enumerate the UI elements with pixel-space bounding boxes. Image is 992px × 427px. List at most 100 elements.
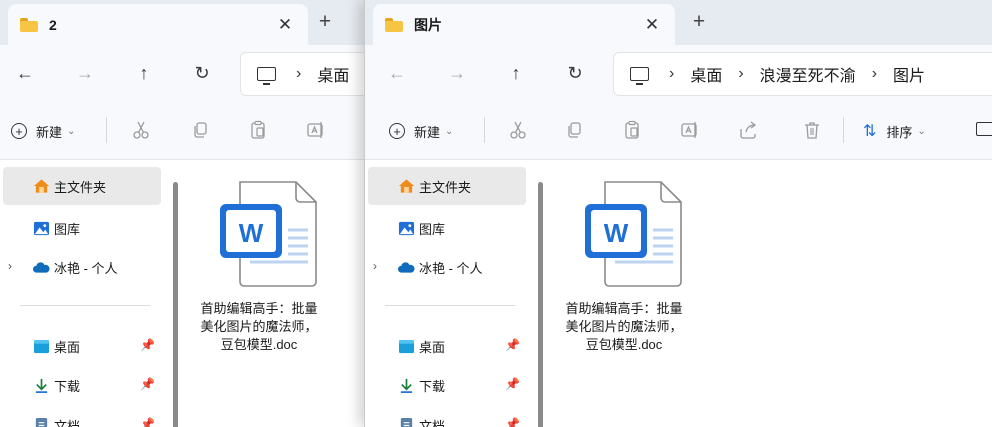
- copy-icon: [194, 122, 207, 138]
- navigation-pane: 主文件夹 图库 › 冰艳 - 个人 桌面 📌 下载 📌 文档 📌: [365, 160, 545, 427]
- sidebar-item-label: 图库: [419, 221, 446, 237]
- sidebar-item-label: 桌面: [419, 339, 446, 355]
- sidebar-scrollbar[interactable]: [538, 182, 543, 427]
- trash-icon: [805, 122, 819, 139]
- gallery-icon: [398, 220, 415, 237]
- cut-button[interactable]: [130, 119, 152, 141]
- sidebar-item-downloads[interactable]: 下载 📌: [3, 366, 161, 404]
- file-list-area: W 首助编辑高手：批量美化图片的魔法师，豆包模型.doc: [184, 160, 372, 427]
- pin-icon[interactable]: 📌: [505, 338, 520, 352]
- chevron-right-icon[interactable]: ›: [8, 259, 12, 273]
- address-bar[interactable]: › 桌面: [240, 52, 372, 96]
- share-button[interactable]: [737, 119, 759, 141]
- sidebar-item-home[interactable]: 主文件夹: [368, 167, 526, 205]
- sidebar-item-gallery[interactable]: 图库: [3, 209, 161, 247]
- folder-icon: [385, 17, 403, 32]
- navigation-pane: 主文件夹 图库 › 冰艳 - 个人 桌面 📌 下载 📌 文档 📌: [0, 160, 180, 427]
- breadcrumb-item[interactable]: 桌面: [317, 62, 349, 86]
- cloud-icon: [33, 259, 50, 276]
- new-button[interactable]: + 新建 ⌄: [11, 121, 75, 141]
- sidebar-item-downloads[interactable]: 下载 📌: [368, 366, 526, 404]
- breadcrumb-item[interactable]: 图片: [893, 62, 925, 86]
- tab-active[interactable]: 图片 ✕: [373, 4, 675, 45]
- sidebar-item-label: 冰艳 - 个人: [419, 260, 483, 276]
- copy-button[interactable]: [189, 119, 211, 141]
- sidebar-item-label: 冰艳 - 个人: [54, 260, 118, 276]
- chevron-right-icon[interactable]: ›: [373, 259, 377, 273]
- close-icon[interactable]: ✕: [641, 14, 663, 36]
- address-bar[interactable]: › 桌面 › 浪漫至死不渝 › 图片: [613, 52, 992, 96]
- sidebar-item-gallery[interactable]: 图库: [368, 209, 526, 247]
- back-button[interactable]: ←: [385, 61, 409, 85]
- home-icon: [398, 178, 415, 195]
- pin-icon[interactable]: 📌: [505, 417, 520, 427]
- rename-icon: [681, 122, 697, 138]
- sidebar-scrollbar[interactable]: [173, 182, 178, 427]
- refresh-button[interactable]: ↻: [190, 61, 214, 85]
- command-bar: + 新建 ⌄ ⇅ 排序 ⌄: [365, 101, 992, 160]
- pin-icon[interactable]: 📌: [140, 417, 155, 427]
- up-button[interactable]: ↑: [504, 61, 528, 85]
- share-icon: [740, 121, 757, 139]
- sidebar-item-documents[interactable]: 文档 📌: [3, 406, 161, 427]
- rename-button[interactable]: [679, 119, 701, 141]
- paste-button[interactable]: [247, 119, 269, 141]
- chevron-down-icon: ⌄: [445, 125, 454, 137]
- sort-icon: ⇅: [863, 123, 877, 140]
- copy-button[interactable]: [563, 119, 585, 141]
- refresh-button[interactable]: ↻: [563, 61, 587, 85]
- sort-button[interactable]: ⇅ 排序 ⌄: [863, 121, 926, 141]
- sort-button-label: 排序: [886, 124, 913, 140]
- close-icon[interactable]: ✕: [274, 14, 296, 36]
- sidebar-item-documents[interactable]: 文档 📌: [368, 406, 526, 427]
- pin-icon[interactable]: 📌: [140, 377, 155, 391]
- plus-circle-icon: +: [389, 123, 405, 139]
- sidebar-item-label: 下载: [419, 378, 446, 394]
- navigation-bar: ← → ↑ ↻ › 桌面 › 浪漫至死不渝 › 图片: [365, 45, 992, 101]
- sidebar-item-onedrive[interactable]: › 冰艳 - 个人: [368, 248, 526, 286]
- breadcrumb-item[interactable]: 浪漫至死不渝: [760, 62, 856, 86]
- delete-button[interactable]: [801, 119, 823, 141]
- toolbar-divider: [843, 117, 844, 143]
- pin-icon[interactable]: 📌: [140, 338, 155, 352]
- sidebar-item-onedrive[interactable]: › 冰艳 - 个人: [3, 248, 161, 286]
- up-button[interactable]: ↑: [132, 61, 156, 85]
- home-icon: [33, 178, 50, 195]
- command-bar: + 新建 ⌄: [0, 101, 372, 160]
- clipboard-icon: [625, 120, 639, 139]
- new-tab-button[interactable]: +: [686, 9, 712, 35]
- document-icon: [33, 417, 50, 427]
- cut-button[interactable]: [507, 119, 529, 141]
- new-button[interactable]: + 新建 ⌄: [389, 121, 453, 141]
- word-doc-icon: W: [585, 181, 682, 287]
- forward-button[interactable]: →: [445, 61, 469, 85]
- new-button-label: 新建: [36, 124, 63, 140]
- forward-button[interactable]: →: [73, 61, 97, 85]
- tab-active[interactable]: 2 ✕: [8, 4, 308, 45]
- sidebar-item-home[interactable]: 主文件夹: [3, 167, 161, 205]
- rename-icon: [307, 122, 323, 138]
- svg-text:W: W: [239, 218, 264, 248]
- document-icon: [398, 417, 415, 427]
- breadcrumb-separator: ›: [669, 65, 675, 82]
- sidebar-divider: [385, 305, 515, 306]
- view-button[interactable]: [976, 122, 992, 136]
- breadcrumb-item[interactable]: 桌面: [690, 62, 722, 86]
- sidebar-item-label: 主文件夹: [419, 179, 472, 195]
- plus-circle-icon: +: [11, 123, 27, 139]
- chevron-down-icon: ⌄: [67, 125, 76, 137]
- breadcrumb-separator: ›: [871, 65, 878, 82]
- file-name: 首助编辑高手：批量美化图片的魔法师，豆包模型.doc: [565, 301, 683, 352]
- sidebar-item-label: 文档: [54, 418, 81, 427]
- back-button[interactable]: ←: [13, 61, 37, 85]
- rename-button[interactable]: [305, 119, 327, 141]
- pin-icon[interactable]: 📌: [505, 377, 520, 391]
- sidebar-item-desktop[interactable]: 桌面 📌: [368, 327, 526, 365]
- file-list-area: W 首助编辑高手：批量美化图片的魔法师，豆包模型.doc: [549, 160, 992, 427]
- tab-strip: 图片 ✕ +: [365, 0, 992, 45]
- download-icon: [398, 377, 415, 394]
- sidebar-item-label: 桌面: [54, 339, 81, 355]
- new-tab-button[interactable]: +: [312, 9, 338, 35]
- sidebar-item-desktop[interactable]: 桌面 📌: [3, 327, 161, 365]
- paste-button[interactable]: [621, 119, 643, 141]
